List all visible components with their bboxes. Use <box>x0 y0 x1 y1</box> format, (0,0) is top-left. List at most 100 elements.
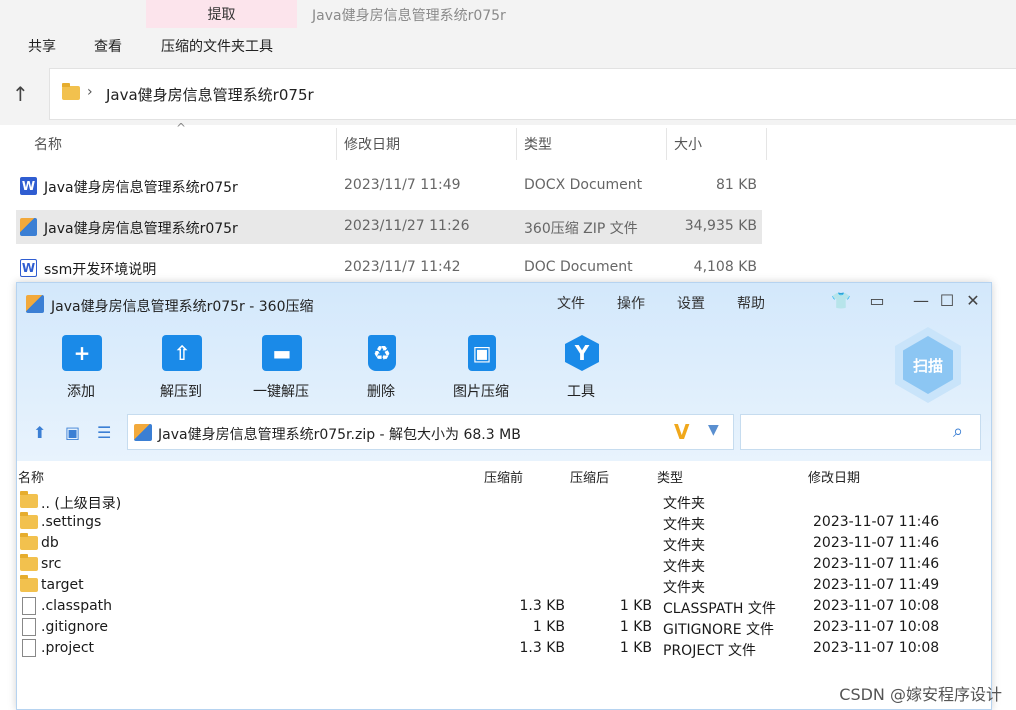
column-divider[interactable] <box>766 128 767 160</box>
column-header-size[interactable]: 大小 <box>666 128 766 160</box>
search-icon[interactable]: ⌕ <box>953 421 963 442</box>
scan-label: 扫描 <box>912 356 943 375</box>
one-click-extract-button[interactable]: ▬ 一键解压 <box>241 331 321 403</box>
word-doc-icon: W <box>20 259 37 277</box>
menu-settings[interactable]: 设置 <box>677 293 705 313</box>
archive-row[interactable]: db 文件夹 2023-11-07 11:46 <box>17 533 991 554</box>
zip-column-date[interactable]: 修改日期 <box>808 467 860 486</box>
entry-type: 文件夹 <box>663 580 705 596</box>
tab-extract[interactable]: 提取 <box>146 0 297 28</box>
list-view-icon[interactable]: ☰ <box>97 423 111 442</box>
archive-row[interactable]: target 文件夹 2023-11-07 11:49 <box>17 575 991 596</box>
360zip-app-icon <box>26 295 44 313</box>
folder-icon <box>20 533 38 550</box>
archive-row[interactable]: .settings 文件夹 2023-11-07 11:46 <box>17 512 991 533</box>
entry-size-after: 1 KB <box>619 640 652 656</box>
archive-path-bar[interactable]: Java健身房信息管理系统r075r.zip - 解包大小为 68.3 MB V… <box>127 414 734 450</box>
column-header-type[interactable]: 类型 <box>516 128 666 160</box>
entry-name: .classpath <box>41 598 113 614</box>
zip-archive-window: Java健身房信息管理系统r075r - 360压缩 文件 操作 设置 帮助 👕… <box>16 282 992 710</box>
entry-date: 2023-11-07 11:46 <box>813 556 940 572</box>
tab-share[interactable]: 共享 <box>28 36 56 56</box>
search-input[interactable]: ⌕ <box>740 414 981 450</box>
entry-date: 2023-11-07 10:08 <box>813 598 940 614</box>
scan-button[interactable]: 扫描 <box>895 327 961 403</box>
one-click-extract-icon: ▬ <box>262 335 302 371</box>
minimize-icon[interactable]: — <box>910 289 932 311</box>
archive-row[interactable]: .. (上级目录) 文件夹 <box>17 491 991 512</box>
entry-type: 文件夹 <box>663 538 705 554</box>
entry-date: 2023-11-07 10:08 <box>813 640 940 656</box>
file-date: 2023/11/27 11:26 <box>344 218 470 234</box>
entry-type: 文件夹 <box>663 496 705 512</box>
watermark: CSDN @嫁安程序设计 <box>839 685 1002 704</box>
image-compress-button[interactable]: ▣ 图片压缩 <box>441 331 521 403</box>
menu-file[interactable]: 文件 <box>557 293 585 313</box>
add-label: 添加 <box>67 384 95 400</box>
file-icon <box>22 618 36 636</box>
tab-compressed-folder-tools[interactable]: 压缩的文件夹工具 <box>161 36 273 56</box>
tab-view[interactable]: 查看 <box>94 36 122 56</box>
archive-row[interactable]: .gitignore 1 KB 1 KB GITIGNORE 文件 2023-1… <box>17 617 991 638</box>
file-icon <box>22 597 36 615</box>
file-date: 2023/11/7 11:49 <box>344 177 461 193</box>
one-click-extract-label: 一键解压 <box>253 384 309 400</box>
up-level-icon[interactable]: ⬆ <box>33 423 46 442</box>
menu-help[interactable]: 帮助 <box>737 293 765 313</box>
maximize-icon[interactable]: ☐ <box>936 289 958 311</box>
breadcrumb[interactable]: Java健身房信息管理系统r075r <box>106 84 314 105</box>
extract-icon: ⇧ <box>162 335 202 371</box>
zip-column-before[interactable]: 压缩前 <box>484 467 523 486</box>
zip-archive-icon <box>134 424 152 441</box>
entry-date: 2023-11-07 10:08 <box>813 619 940 635</box>
zip-column-name[interactable]: 名称 <box>18 467 44 486</box>
verified-v-icon[interactable]: V <box>674 420 689 444</box>
up-arrow-icon[interactable]: ↑ <box>12 82 29 106</box>
delete-label: 删除 <box>367 384 395 400</box>
entry-name: src <box>41 556 62 572</box>
archive-row[interactable]: src 文件夹 2023-11-07 11:46 <box>17 554 991 575</box>
entry-size-after: 1 KB <box>619 619 652 635</box>
file-name: Java健身房信息管理系统r075r <box>44 180 238 196</box>
zip-column-type[interactable]: 类型 <box>657 467 683 486</box>
tools-icon: Y <box>565 335 599 371</box>
tools-button[interactable]: Y 工具 <box>541 331 621 403</box>
address-bar-row: ↑ › Java健身房信息管理系统r075r <box>0 68 1016 120</box>
extract-to-button[interactable]: ⇧ 解压到 <box>141 331 221 403</box>
file-type: DOC Document <box>524 259 633 275</box>
archive-path: Java健身房信息管理系统r075r.zip - 解包大小为 68.3 MB <box>158 427 521 443</box>
column-header-name[interactable]: 名称 <box>26 128 336 160</box>
delete-button[interactable]: ♻ 删除 <box>341 331 421 403</box>
entry-type: 文件夹 <box>663 517 705 533</box>
chevron-right-icon[interactable]: › <box>87 84 93 100</box>
column-header-date[interactable]: 修改日期 <box>336 128 516 160</box>
archive-row[interactable]: .project 1.3 KB 1 KB PROJECT 文件 2023-11-… <box>17 638 991 659</box>
entry-date: 2023-11-07 11:46 <box>813 514 940 530</box>
menu-operation[interactable]: 操作 <box>617 293 645 313</box>
add-button[interactable]: + 添加 <box>41 331 121 403</box>
folder-icon <box>62 83 80 100</box>
file-row[interactable]: W ssm开发环境说明 2023/11/7 11:42 DOC Document… <box>16 251 762 285</box>
image-compress-icon: ▣ <box>468 335 496 371</box>
skin-shirt-icon[interactable]: 👕 <box>830 289 852 311</box>
zip-archive-icon <box>20 218 37 236</box>
entry-name: .settings <box>41 514 102 530</box>
chevron-down-icon[interactable]: ▼ <box>708 422 719 438</box>
entry-type: GITIGNORE 文件 <box>663 622 775 638</box>
file-size: 81 KB <box>715 177 757 193</box>
file-row-selected[interactable]: Java健身房信息管理系统r075r 2023/11/27 11:26 360压… <box>16 210 762 244</box>
feedback-icon[interactable]: ▭ <box>866 289 888 311</box>
zip-column-after[interactable]: 压缩后 <box>570 467 609 486</box>
entry-name: .gitignore <box>41 619 108 635</box>
file-name: Java健身房信息管理系统r075r <box>44 221 238 237</box>
close-icon[interactable]: ✕ <box>962 289 984 311</box>
archive-row[interactable]: .classpath 1.3 KB 1 KB CLASSPATH 文件 2023… <box>17 596 991 617</box>
entry-name: target <box>41 577 84 593</box>
address-bar[interactable]: › Java健身房信息管理系统r075r <box>49 68 1016 120</box>
thumbnail-view-icon[interactable]: ▣ <box>65 423 80 442</box>
file-row[interactable]: W Java健身房信息管理系统r075r 2023/11/7 11:49 DOC… <box>16 169 762 203</box>
extract-to-label: 解压到 <box>160 384 202 400</box>
zip-window-title: Java健身房信息管理系统r075r - 360压缩 <box>51 299 314 315</box>
file-name: ssm开发环境说明 <box>44 262 157 278</box>
add-icon: + <box>62 335 102 371</box>
